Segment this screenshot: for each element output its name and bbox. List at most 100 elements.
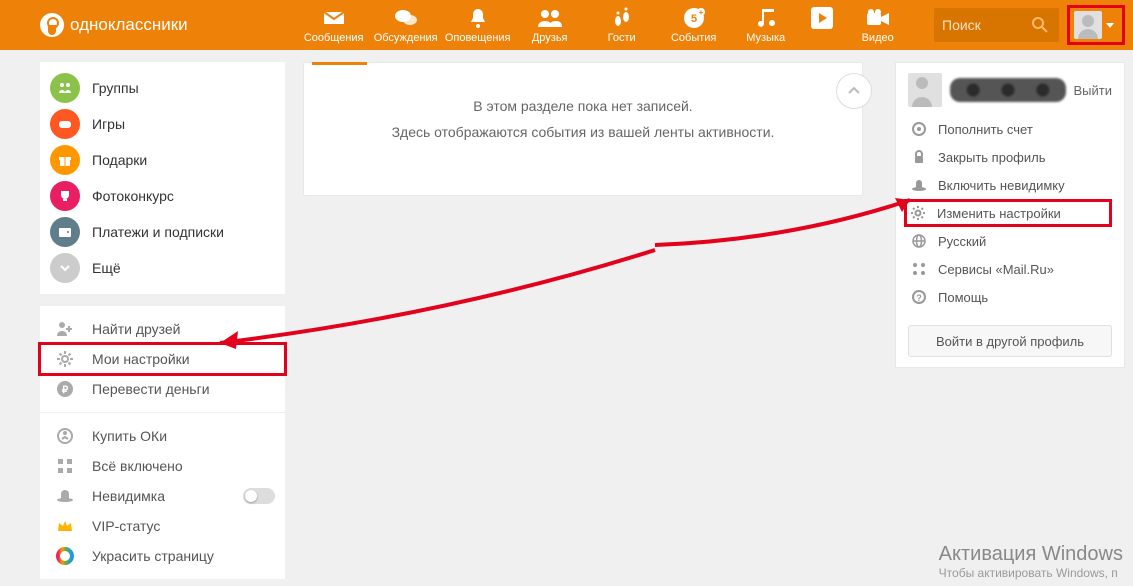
nav-messages[interactable]: Сообщения — [298, 6, 370, 44]
sidebar-label: Группы — [92, 80, 139, 96]
play-icon — [802, 6, 842, 30]
trophy-icon — [50, 181, 80, 211]
nav-label: Гости — [586, 32, 658, 44]
brand-logo[interactable]: одноклассники — [40, 13, 188, 37]
sidebar-item-vip[interactable]: VIP-статус — [40, 511, 285, 541]
profile-dropdown-panel: Выйти Пополнить счет Закрыть профиль Вкл… — [895, 62, 1125, 579]
empty-text-2: Здесь отображаются события из вашей лент… — [324, 119, 842, 145]
menu-change-settings[interactable]: Изменить настройки — [904, 199, 1112, 227]
sidebar-item-invisible[interactable]: Невидимка — [40, 481, 285, 511]
logout-link[interactable]: Выйти — [1074, 83, 1113, 98]
5plus-icon: 5+ — [658, 6, 730, 30]
people-icon — [514, 6, 586, 30]
menu-close-profile[interactable]: Закрыть профиль — [908, 143, 1112, 171]
ok-currency-icon — [50, 421, 80, 451]
nav-play[interactable] — [802, 6, 842, 44]
login-other-profile-button[interactable]: Войти в другой профиль — [908, 325, 1112, 357]
gear-icon — [909, 204, 927, 222]
sidebar-label: Всё включено — [92, 458, 183, 474]
groups-icon — [50, 73, 80, 103]
gamepad-icon — [50, 109, 80, 139]
sidebar-label: Фотоконкурс — [92, 188, 174, 204]
feed-panel: В этом разделе пока нет записей. Здесь о… — [303, 62, 863, 579]
top-nav: Сообщения Обсуждения Оповещения Друзья Г… — [298, 6, 914, 44]
nav-label: Оповещения — [442, 32, 514, 44]
nav-events[interactable]: 5+ События — [658, 6, 730, 44]
sidebar-label: Платежи и подписки — [92, 224, 224, 240]
footprints-icon — [586, 6, 658, 30]
bell-icon — [442, 6, 514, 30]
watermark-title: Активация Windows — [939, 543, 1123, 566]
nav-label: Обсуждения — [370, 32, 442, 44]
scroll-top-button[interactable] — [836, 73, 872, 109]
chevron-down-icon — [50, 253, 80, 283]
lock-icon — [910, 148, 928, 166]
menu-label: Помощь — [938, 290, 988, 305]
search-input[interactable] — [942, 17, 1032, 33]
nav-label: События — [658, 32, 730, 44]
svg-text:5: 5 — [691, 13, 697, 25]
menu-label: Закрыть профиль — [938, 150, 1046, 165]
sidebar-item-all-inclusive[interactable]: Всё включено — [40, 451, 285, 481]
button-label: Войти в другой профиль — [936, 334, 1084, 349]
profile-dropdown-toggle[interactable] — [1067, 5, 1125, 45]
hat-icon — [50, 481, 80, 511]
chevron-down-icon — [1106, 23, 1114, 28]
nav-discussions[interactable]: Обсуждения — [370, 6, 442, 44]
menu-label: Включить невидимку — [938, 178, 1065, 193]
avatar-icon — [1074, 11, 1102, 39]
username-obscured — [950, 78, 1066, 102]
video-camera-icon — [842, 6, 914, 30]
grid-icon — [50, 451, 80, 481]
add-people-icon — [50, 314, 80, 344]
nav-label: Музыка — [730, 32, 802, 44]
svg-text:₽: ₽ — [62, 385, 69, 396]
sidebar-item-decorate[interactable]: Украсить страницу — [40, 541, 285, 571]
sidebar-item-buy-ok[interactable]: Купить ОКи — [40, 421, 285, 451]
question-icon: ? — [910, 288, 928, 306]
search-icon — [1032, 17, 1048, 33]
sidebar-label: Купить ОКи — [92, 428, 167, 444]
globe-icon — [910, 232, 928, 250]
sidebar-item-find-friends[interactable]: Найти друзей — [40, 314, 285, 344]
sidebar-label: Ещё — [92, 260, 121, 276]
menu-mailru-services[interactable]: Сервисы «Mail.Ru» — [908, 255, 1112, 283]
svg-text:?: ? — [916, 293, 922, 303]
sidebar-label: Украсить страницу — [92, 548, 214, 564]
gift-icon — [50, 145, 80, 175]
menu-topup[interactable]: Пополнить счет — [908, 115, 1112, 143]
nav-friends[interactable]: Друзья — [514, 6, 586, 44]
hat-icon — [910, 176, 928, 194]
sidebar-item-more[interactable]: Ещё — [40, 250, 285, 286]
apps-icon — [910, 260, 928, 278]
sidebar-label: Невидимка — [92, 488, 165, 504]
ok-logo-icon — [40, 13, 64, 37]
search-box[interactable] — [934, 8, 1059, 42]
watermark-subtitle: Чтобы активировать Windows, п — [939, 566, 1123, 580]
sidebar-item-transfer-money[interactable]: ₽ Перевести деньги — [40, 374, 285, 404]
invisible-toggle[interactable] — [243, 488, 275, 504]
sidebar-item-my-settings[interactable]: Мои настройки — [40, 344, 285, 374]
sidebar-item-groups[interactable]: Группы — [40, 70, 285, 106]
nav-label: Видео — [842, 32, 914, 44]
nav-label: Друзья — [514, 32, 586, 44]
rainbow-circle-icon — [50, 541, 80, 571]
sidebar-item-games[interactable]: Игры — [40, 106, 285, 142]
sidebar-item-photocontest[interactable]: Фотоконкурс — [40, 178, 285, 214]
sidebar-item-gifts[interactable]: Подарки — [40, 142, 285, 178]
nav-label: Сообщения — [298, 32, 370, 44]
nav-music[interactable]: Музыка — [730, 6, 802, 44]
nav-notifications[interactable]: Оповещения — [442, 6, 514, 44]
nav-guests[interactable]: Гости — [586, 6, 658, 44]
envelope-icon — [298, 6, 370, 30]
chevron-up-icon — [846, 83, 862, 99]
menu-enable-invisible[interactable]: Включить невидимку — [908, 171, 1112, 199]
chat-bubbles-icon — [370, 6, 442, 30]
empty-text-1: В этом разделе пока нет записей. — [324, 93, 842, 119]
menu-language[interactable]: Русский — [908, 227, 1112, 255]
sidebar-label: Игры — [92, 116, 125, 132]
left-sidebar: Группы Игры Подарки Фотоконкурс Платежи … — [40, 50, 285, 579]
sidebar-item-payments[interactable]: Платежи и подписки — [40, 214, 285, 250]
nav-video[interactable]: Видео — [842, 6, 914, 44]
menu-help[interactable]: ? Помощь — [908, 283, 1112, 311]
